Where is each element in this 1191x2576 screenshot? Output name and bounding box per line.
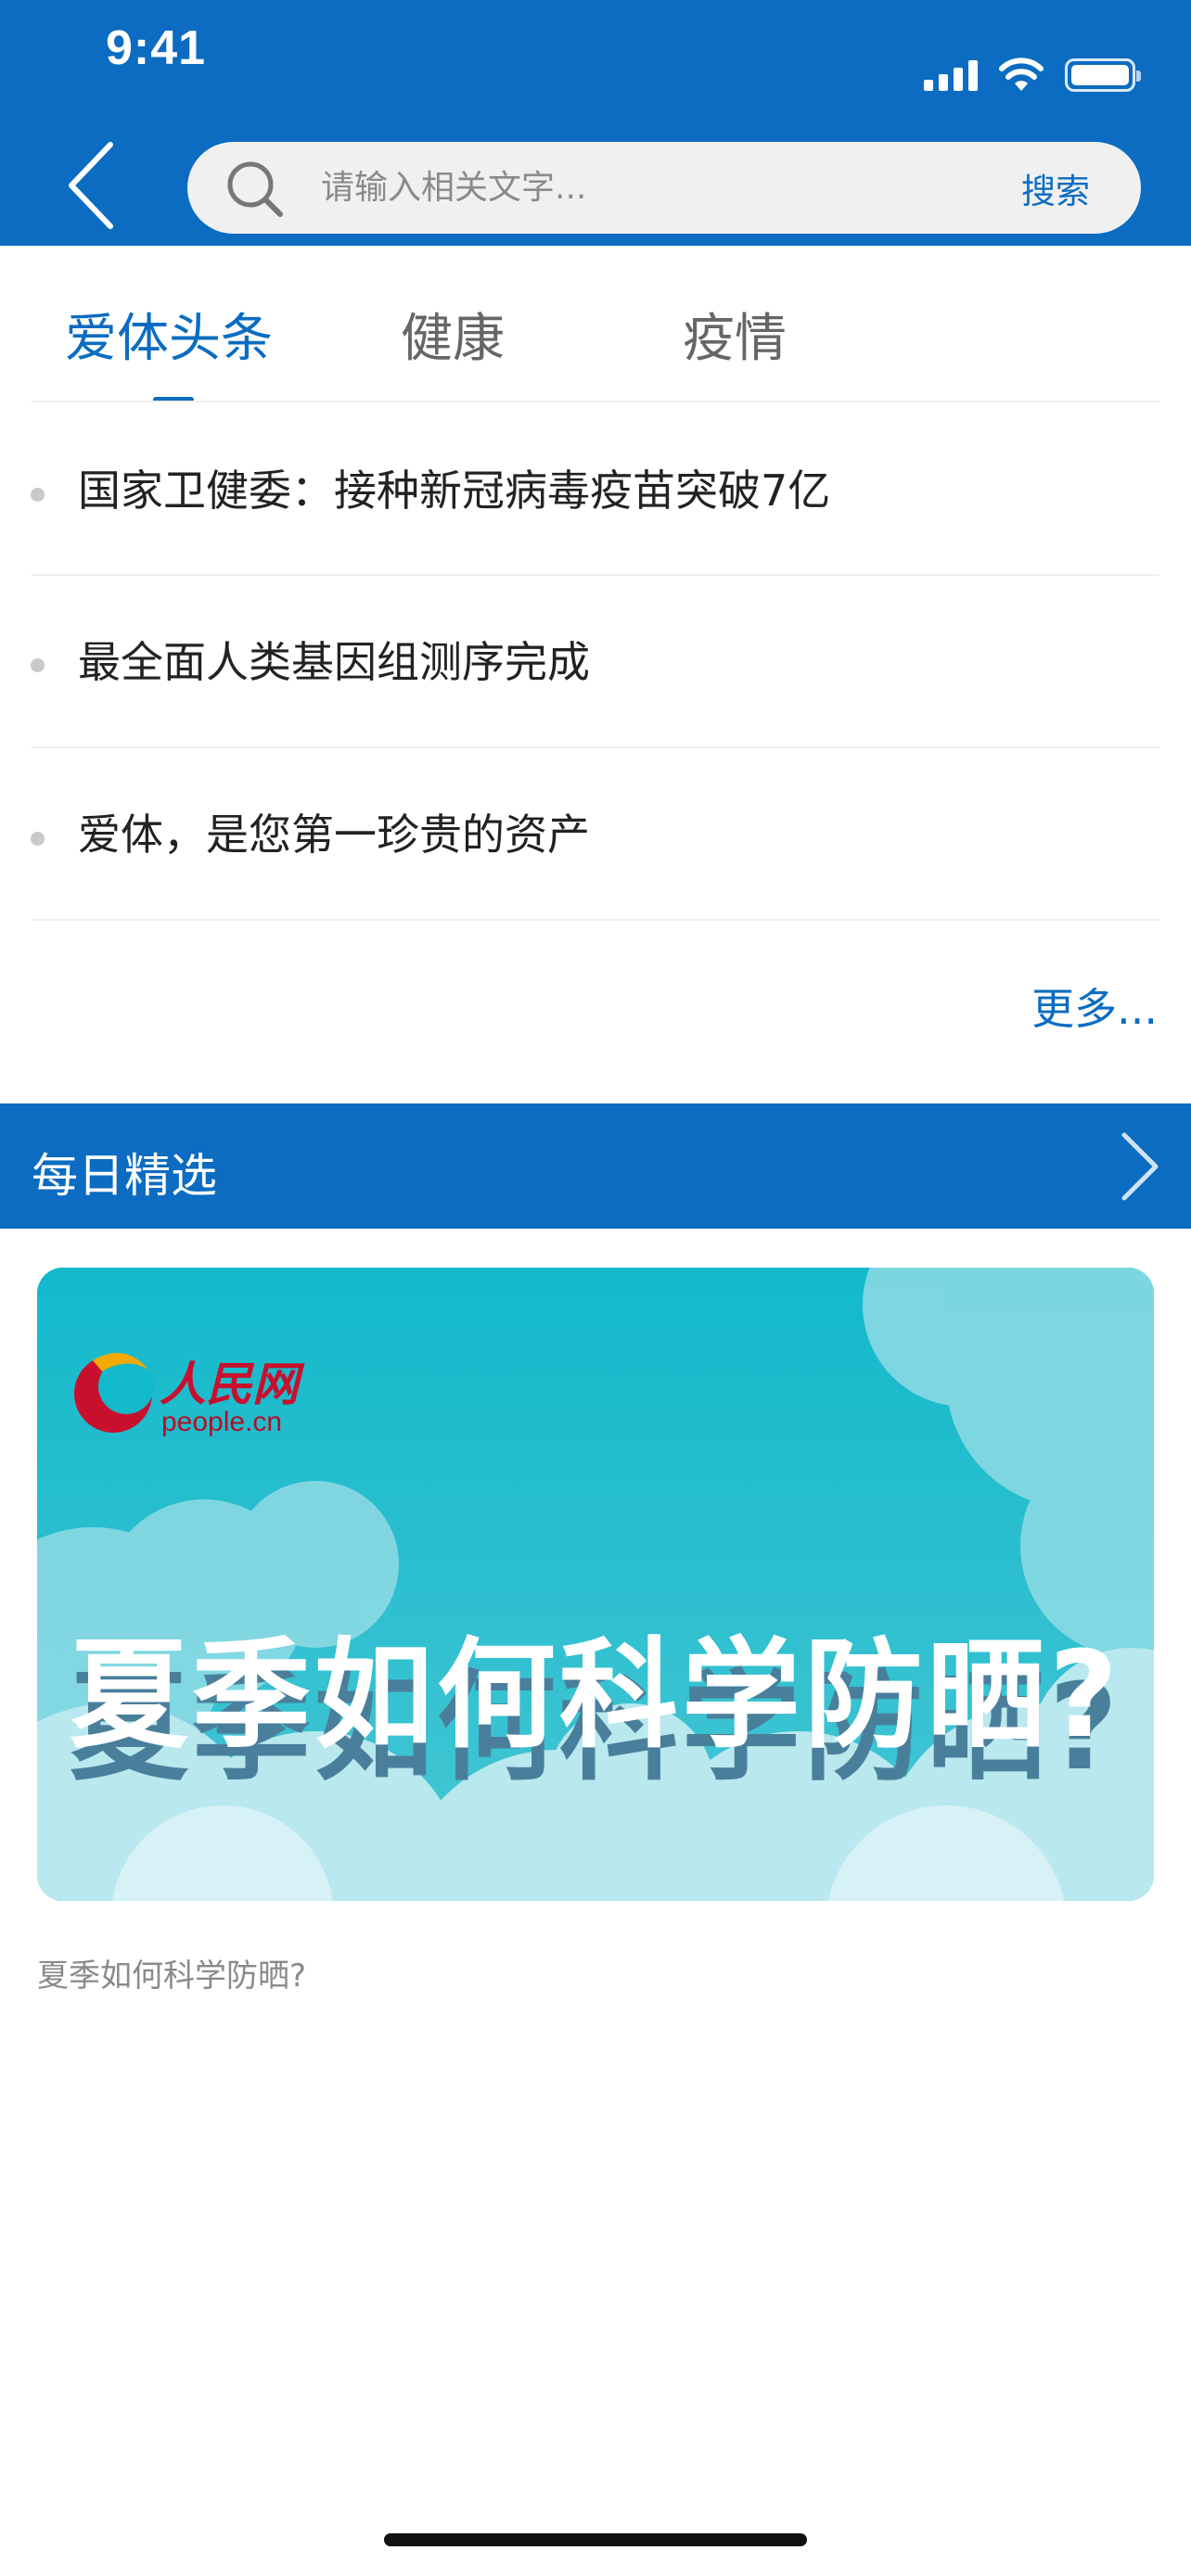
wifi-icon xyxy=(999,57,1044,91)
app-screen: 9:41 请输入相关文字... 搜索 爱体头条 健康 疫情 国家卫健委：接种新冠… xyxy=(0,0,1191,2576)
divider xyxy=(32,919,1159,921)
news-title: 国家卫健委：接种新冠病毒疫苗突破7亿 xyxy=(78,465,831,516)
tab-bar: 爱体头条 健康 疫情 xyxy=(0,246,1191,402)
magnifier-icon xyxy=(227,161,283,217)
more-link[interactable]: 更多... xyxy=(1031,976,1158,1037)
logo-subtext: people.cn xyxy=(161,1407,283,1437)
battery-level xyxy=(1071,65,1129,85)
news-title: 最全面人类基因组测序完成 xyxy=(78,637,590,687)
signal-icon xyxy=(924,59,978,91)
search-input[interactable] xyxy=(319,159,968,216)
back-button[interactable] xyxy=(48,130,132,241)
bullet-icon xyxy=(31,658,45,672)
daily-picks-header[interactable]: 每日精选 xyxy=(0,1103,1191,1229)
logo-text: 人民网 xyxy=(160,1357,299,1411)
search-bar: 搜索 xyxy=(187,142,1141,234)
home-indicator[interactable] xyxy=(384,2533,807,2546)
bullet-icon xyxy=(31,832,45,846)
search-button[interactable]: 搜索 xyxy=(1021,160,1090,216)
status-icons xyxy=(924,54,1141,96)
featured-image[interactable]: 夏季如何科学防晒? 人民网 people.cn 夏季如何科学防晒? xyxy=(37,1268,1154,1901)
bullet-icon xyxy=(31,488,45,502)
tab-health[interactable]: 健康 xyxy=(401,297,505,372)
battery-icon xyxy=(1065,58,1141,92)
tab-epidemic[interactable]: 疫情 xyxy=(683,297,787,372)
news-item[interactable]: 爱体，是您第一珍贵的资产 xyxy=(0,747,1191,920)
featured-caption: 夏季如何科学防晒? xyxy=(37,1958,307,1995)
header-bar: 9:41 请输入相关文字... 搜索 xyxy=(0,0,1191,246)
news-title: 爱体，是您第一珍贵的资产 xyxy=(78,810,590,860)
news-item[interactable]: 最全面人类基因组测序完成 xyxy=(0,575,1191,747)
chevron-left-icon xyxy=(69,142,113,229)
chevron-right-icon xyxy=(1121,1132,1159,1201)
news-item[interactable]: 国家卫健委：接种新冠病毒疫苗突破7亿 xyxy=(0,402,1191,574)
tab-headlines[interactable]: 爱体头条 xyxy=(65,297,273,372)
featured-headline: 夏季如何科学防晒? xyxy=(69,1626,1122,1765)
section-title: 每日精选 xyxy=(32,1149,217,1203)
status-time: 9:41 xyxy=(106,21,207,75)
